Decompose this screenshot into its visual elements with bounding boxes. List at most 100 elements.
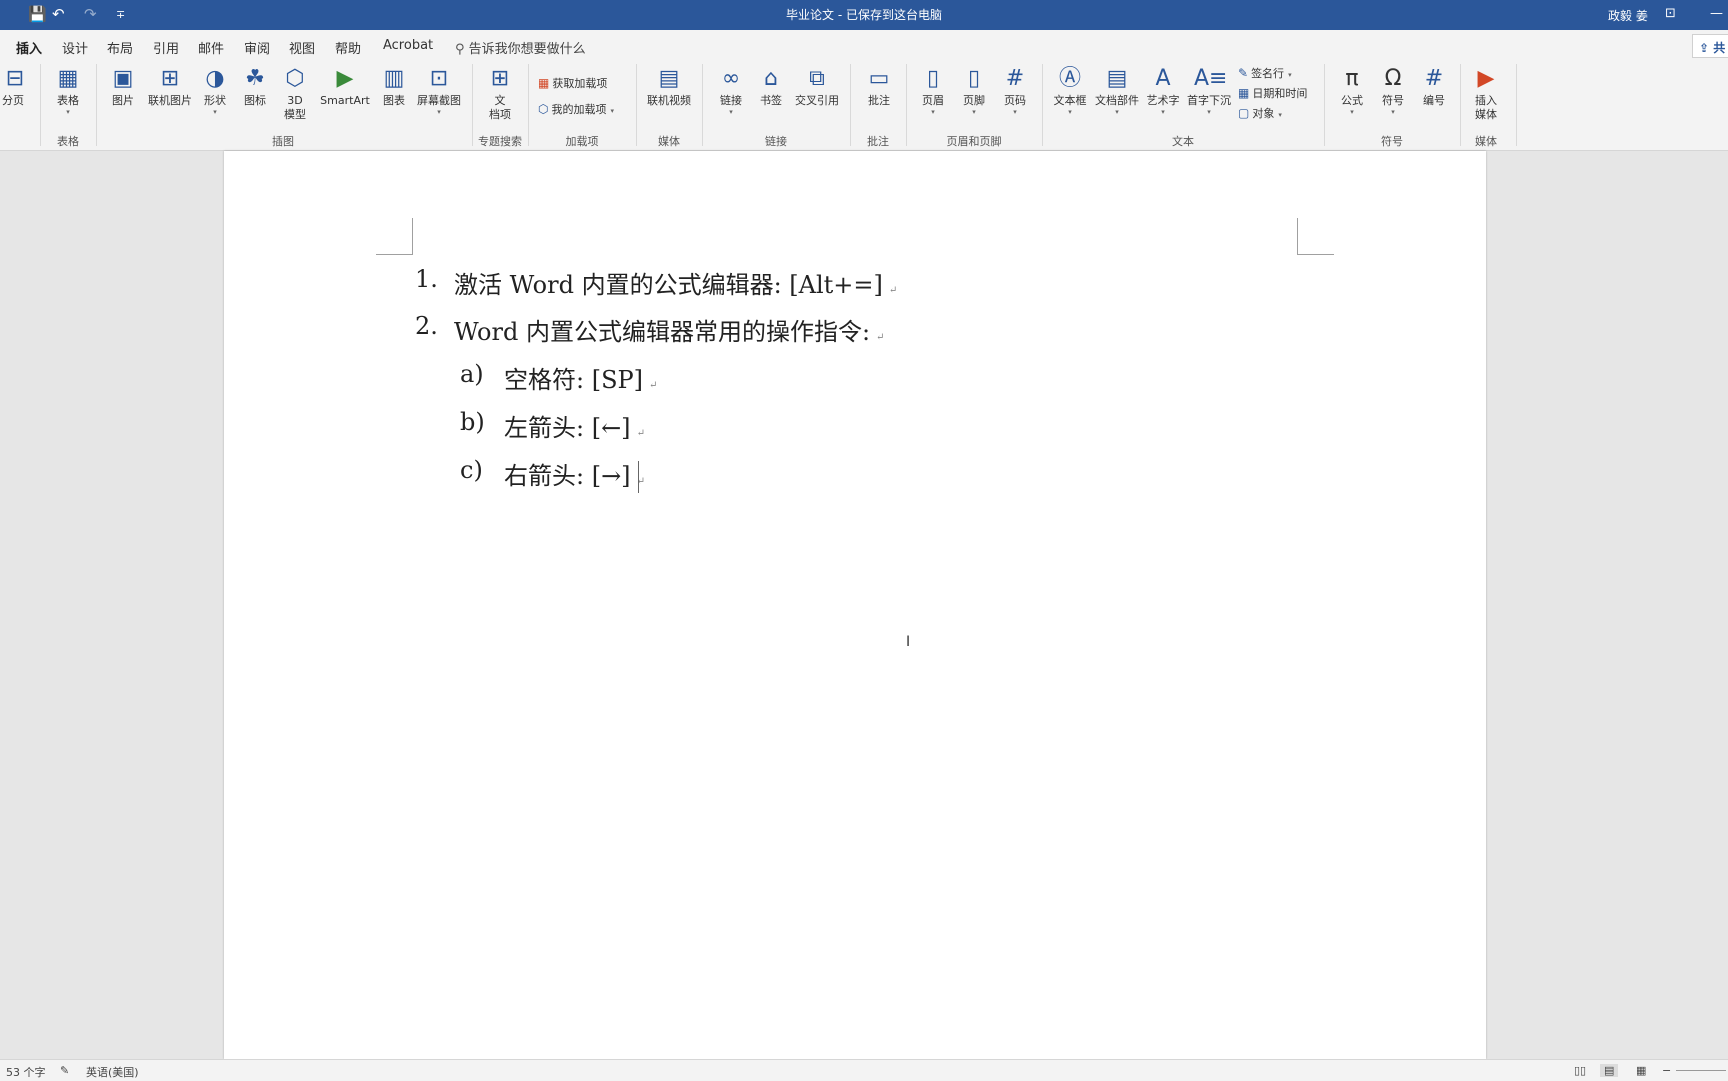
tab-view[interactable]: 视图	[289, 38, 315, 57]
footer-icon: ▯	[967, 66, 981, 91]
chart-button[interactable]: ▥ 图表	[377, 62, 411, 108]
quick-parts-icon: ▤	[1106, 66, 1128, 91]
drop-cap-button[interactable]: A≡ 首字下沉 ▾	[1185, 62, 1233, 116]
cross-reference-button[interactable]: ⧉ 交叉引用	[792, 62, 842, 108]
chart-label: 图表	[383, 94, 405, 107]
comment-button[interactable]: ▭ 批注	[862, 62, 896, 108]
group-label-comments: 批注	[867, 135, 889, 148]
chevron-down-icon: ▾	[972, 108, 976, 116]
list-number: b)	[460, 408, 485, 436]
signature-line-button[interactable]: ✎ 签名行 ▾	[1238, 65, 1292, 81]
footer-button[interactable]: ▯ 页脚 ▾	[957, 62, 991, 116]
chevron-down-icon: ▾	[1207, 108, 1211, 116]
smartart-button[interactable]: ▶ SmartArt	[317, 62, 373, 108]
picture-button[interactable]: ▣ 图片	[106, 62, 140, 108]
tab-design[interactable]: 设计	[62, 38, 88, 57]
table-button[interactable]: ▦ 表格 ▾	[50, 62, 86, 116]
wordart-button[interactable]: A 艺术字 ▾	[1144, 62, 1182, 116]
3d-models-button[interactable]: ⬡ 3D 模型	[278, 62, 312, 122]
document-item-button[interactable]: ⊞ 文 档项	[482, 62, 518, 122]
tab-references[interactable]: 引用	[153, 38, 179, 57]
tab-layout[interactable]: 布局	[107, 38, 133, 57]
shapes-label: 形状	[204, 94, 226, 107]
icons-button[interactable]: ☘ 图标	[238, 62, 272, 108]
icons-icon: ☘	[245, 66, 265, 91]
header-button[interactable]: ▯ 页眉 ▾	[916, 62, 950, 116]
tell-me-search[interactable]: ⚲ 告诉我你想要做什么	[455, 38, 586, 57]
group-label-addins: 加载项	[565, 135, 599, 148]
bookmark-icon: ⌂	[764, 66, 778, 91]
language-indicator[interactable]: 英语(美国)	[86, 1064, 139, 1080]
my-addins-button[interactable]: ⬡ 我的加载项 ▾	[538, 101, 614, 117]
my-addins-label: 我的加载项	[551, 103, 607, 116]
insert-media-button[interactable]: ▶ 插入 媒体	[1468, 62, 1504, 122]
margin-corner-top-right	[1297, 218, 1334, 255]
tell-me-label: 告诉我你想要做什么	[468, 42, 586, 57]
table-icon: ▦	[57, 66, 79, 91]
icons-label: 图标	[244, 94, 266, 107]
shapes-button[interactable]: ◑ 形状 ▾	[198, 62, 232, 116]
text-box-icon: Ⓐ	[1058, 66, 1081, 91]
smartart-icon: ▶	[336, 66, 354, 91]
screenshot-button[interactable]: ⊡ 屏幕截图 ▾	[414, 62, 464, 116]
number-label: 编号	[1423, 94, 1445, 107]
chevron-down-icon: ▾	[1013, 108, 1017, 116]
chevron-down-icon: ▾	[931, 108, 935, 116]
proofing-icon[interactable]: ✎	[60, 1064, 69, 1077]
bookmark-label: 书签	[760, 94, 782, 107]
ribbon-display-options-icon[interactable]: ⊡	[1665, 6, 1676, 21]
get-addins-button[interactable]: ▦ 获取加载项	[538, 75, 607, 91]
online-picture-button[interactable]: ⊞ 联机图片	[145, 62, 195, 108]
tab-help[interactable]: 帮助	[335, 38, 361, 57]
share-button[interactable]: ⇪ 共	[1692, 34, 1728, 58]
equation-label: 公式	[1341, 94, 1363, 107]
minimize-icon[interactable]: —	[1710, 6, 1723, 21]
print-layout-icon[interactable]: ▤	[1600, 1064, 1619, 1077]
wordart-icon: A	[1155, 66, 1171, 91]
number-button[interactable]: # 编号	[1416, 62, 1452, 108]
page-break-button[interactable]: ⊟ 分页	[0, 62, 26, 108]
object-button[interactable]: ▢ 对象 ▾	[1238, 105, 1282, 121]
document-page[interactable]: 1. 激活 Word 内置的公式编辑器: [Alt+=] ↵ 2. Word 内置…	[224, 151, 1486, 1059]
chevron-down-icon: ▾	[213, 108, 217, 116]
online-picture-icon: ⊞	[160, 66, 180, 91]
picture-icon: ▣	[112, 66, 134, 91]
quick-parts-button[interactable]: ▤ 文档部件 ▾	[1093, 62, 1141, 116]
text-box-button[interactable]: Ⓐ 文本框 ▾	[1050, 62, 1090, 116]
object-label: 对象	[1252, 107, 1275, 120]
tab-acrobat[interactable]: Acrobat	[383, 38, 433, 53]
group-label-illustrations: 插图	[272, 135, 294, 148]
web-layout-icon[interactable]: ▦	[1636, 1064, 1646, 1077]
video-icon: ▤	[658, 66, 680, 91]
shapes-icon: ◑	[205, 66, 225, 91]
zoom-out-icon[interactable]: −	[1662, 1064, 1671, 1077]
wordart-label: 艺术字	[1146, 94, 1180, 107]
equation-button[interactable]: π 公式 ▾	[1334, 62, 1370, 116]
tab-review[interactable]: 审阅	[244, 38, 270, 57]
bookmark-button[interactable]: ⌂ 书签	[754, 62, 788, 108]
store-icon: ▦	[538, 76, 550, 90]
group-label-media: 媒体	[658, 135, 680, 148]
page-number-label: 页码	[1004, 94, 1026, 107]
tab-insert[interactable]: 插入	[16, 38, 43, 64]
online-video-button[interactable]: ▤ 联机视频	[644, 62, 694, 108]
group-label-topic-search: 专题搜索	[478, 135, 522, 148]
word-count[interactable]: 53 个字	[6, 1064, 46, 1080]
page-number-button[interactable]: # 页码 ▾	[998, 62, 1032, 116]
symbol-button[interactable]: Ω 符号 ▾	[1375, 62, 1411, 116]
date-time-button[interactable]: ▦ 日期和时间	[1238, 85, 1307, 101]
insert-media-label: 插入 媒体	[1475, 94, 1497, 121]
list-item-text: 左箭头: [←]	[504, 414, 631, 442]
search-icon: ⚲	[455, 42, 469, 57]
pi-icon: π	[1345, 66, 1359, 91]
list-number: a)	[460, 360, 484, 388]
user-name[interactable]: 政毅 姜	[1608, 7, 1648, 24]
list-item-text: Word 内置公式编辑器常用的操作指令:	[454, 318, 871, 346]
read-mode-icon[interactable]: ▯▯	[1574, 1064, 1586, 1077]
zoom-slider[interactable]	[1676, 1070, 1726, 1071]
chevron-down-icon: ▾	[1350, 108, 1354, 116]
chevron-down-icon: ▾	[1278, 111, 1282, 119]
tab-mailings[interactable]: 邮件	[198, 38, 224, 57]
link-button[interactable]: ∞ 链接 ▾	[714, 62, 748, 116]
ribbon-tabs: 插入 设计 布局 引用 邮件 审阅 视图 帮助 Acrobat ⚲ 告诉我你想要…	[0, 30, 1728, 64]
